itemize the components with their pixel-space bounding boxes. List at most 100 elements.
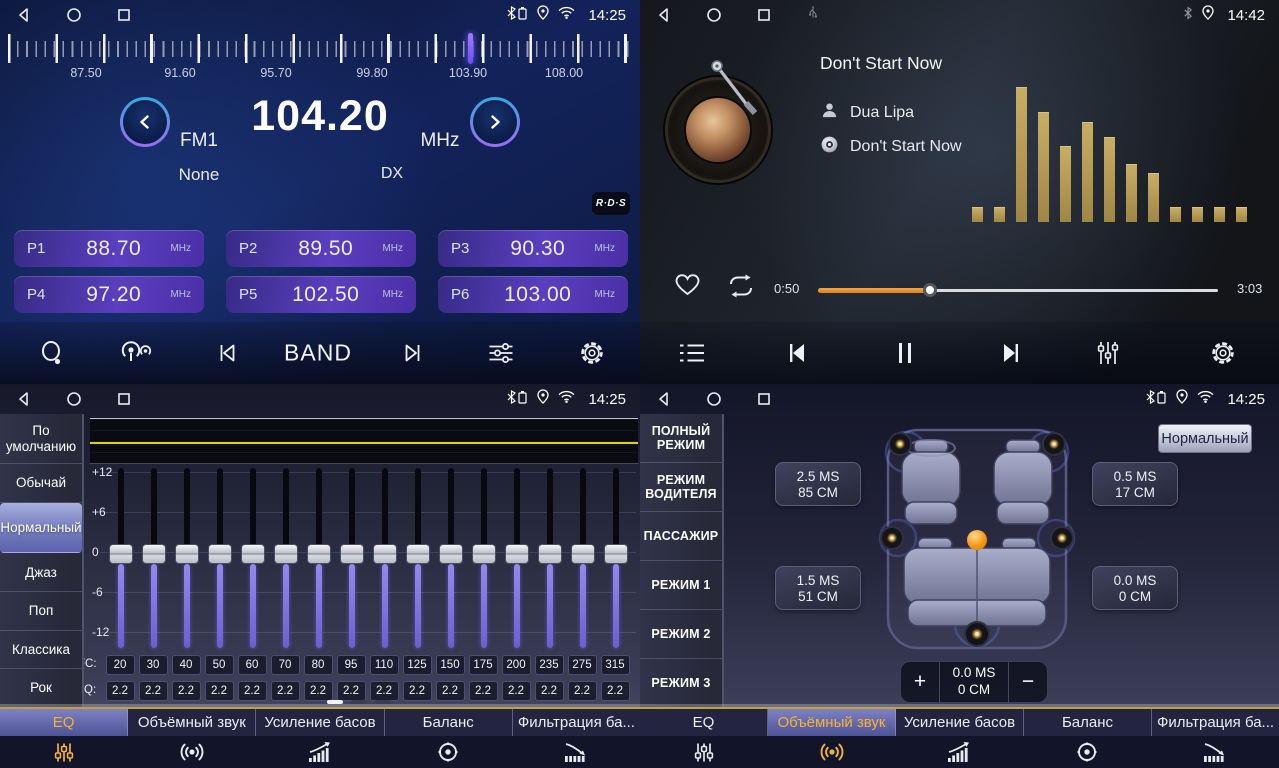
eq-band-slider[interactable] — [141, 468, 167, 652]
slider-thumb[interactable] — [241, 544, 265, 564]
fc-value[interactable]: 70 — [271, 655, 300, 675]
eq-preset-item[interactable]: По умолчанию — [0, 414, 82, 464]
tab-bass-icon[interactable] — [896, 741, 1024, 763]
tab-filter-icon[interactable] — [1151, 741, 1279, 763]
fc-value[interactable]: 315 — [601, 655, 630, 675]
fc-value[interactable]: 80 — [304, 655, 333, 675]
fc-value[interactable]: 200 — [502, 655, 531, 675]
scan-icon[interactable] — [33, 338, 71, 368]
mode-item[interactable]: РЕЖИМ 1 — [640, 561, 722, 610]
settings-gear-icon[interactable] — [573, 339, 611, 367]
tab-eq-icon[interactable] — [0, 741, 128, 764]
tab-balance[interactable]: Баланс — [385, 709, 513, 736]
tab-balance[interactable]: Баланс — [1024, 709, 1152, 736]
radio-preset-button[interactable]: P289.50MHz — [226, 230, 416, 267]
mode-item[interactable]: РЕЖИМ 3 — [640, 659, 722, 707]
tab-filter-icon[interactable] — [512, 741, 640, 763]
q-value[interactable]: 2.2 — [469, 681, 498, 701]
tab-surround-icon[interactable] — [768, 741, 896, 763]
nav-recents-button[interactable] — [754, 5, 774, 25]
tab-surround-icon[interactable] — [128, 741, 256, 763]
q-value[interactable]: 2.2 — [502, 681, 531, 701]
nav-back-button[interactable] — [14, 389, 34, 409]
delay-rear-left[interactable]: 1.5 MS 51 CM — [775, 566, 861, 610]
tune-up-button[interactable] — [470, 97, 520, 147]
slider-thumb[interactable] — [208, 544, 232, 564]
nav-home-button[interactable] — [64, 389, 84, 409]
next-icon[interactable] — [393, 340, 431, 366]
fc-value[interactable]: 40 — [172, 655, 201, 675]
mode-item[interactable]: ПАССАЖИР — [640, 512, 722, 561]
seek-thumb[interactable] — [923, 283, 937, 297]
fc-value[interactable]: 110 — [370, 655, 399, 675]
eq-band-slider[interactable] — [438, 468, 464, 652]
previous-icon[interactable] — [779, 340, 817, 366]
eq-preset-item[interactable]: Джаз — [0, 553, 82, 592]
eq-band-slider[interactable] — [471, 468, 497, 652]
pause-icon[interactable] — [889, 339, 921, 367]
eq-preset-item[interactable]: Поп — [0, 592, 82, 631]
eq-band-slider[interactable] — [537, 468, 563, 652]
eq-band-slider[interactable] — [240, 468, 266, 652]
next-icon[interactable] — [991, 340, 1029, 366]
radio-preset-button[interactable]: P390.30MHz — [438, 230, 628, 267]
eq-band-slider[interactable] — [273, 468, 299, 652]
nav-back-button[interactable] — [654, 5, 674, 25]
tab-filter[interactable]: Фильтрация ба... — [1152, 709, 1279, 736]
page-dot[interactable] — [327, 700, 343, 704]
tab-eq[interactable]: EQ — [0, 709, 128, 736]
settings-gear-icon[interactable] — [1204, 339, 1242, 367]
tab-surround[interactable]: Объёмный звук — [768, 709, 896, 736]
q-value[interactable]: 2.2 — [436, 681, 465, 701]
slider-thumb[interactable] — [175, 544, 199, 564]
q-value[interactable]: 2.2 — [304, 681, 333, 701]
slider-thumb[interactable] — [307, 544, 331, 564]
q-value[interactable]: 2.2 — [370, 681, 399, 701]
tab-balance-icon[interactable] — [1023, 741, 1151, 763]
fc-value[interactable]: 275 — [568, 655, 597, 675]
fc-value[interactable]: 235 — [535, 655, 564, 675]
nav-home-button[interactable] — [704, 5, 724, 25]
band-button[interactable]: BAND — [278, 339, 358, 368]
tab-balance-icon[interactable] — [384, 741, 512, 763]
seek-bar[interactable] — [818, 284, 1218, 296]
tab-eq[interactable]: EQ — [640, 709, 768, 736]
slider-thumb[interactable] — [538, 544, 562, 564]
nav-home-button[interactable] — [704, 389, 724, 409]
q-value[interactable]: 2.2 — [601, 681, 630, 701]
fc-value[interactable]: 125 — [403, 655, 432, 675]
eq-preset-item[interactable]: Классика — [0, 631, 82, 670]
nav-recents-button[interactable] — [754, 389, 774, 409]
slider-thumb[interactable] — [373, 544, 397, 564]
delay-rear-right[interactable]: 0.0 MS 0 CM — [1092, 566, 1178, 610]
q-value[interactable]: 2.2 — [106, 681, 135, 701]
broadcast-icon[interactable] — [113, 339, 159, 367]
tune-sliders-icon[interactable] — [482, 340, 521, 366]
mode-item[interactable]: РЕЖИМ 2 — [640, 610, 722, 659]
eq-preset-item[interactable]: Обычай — [0, 464, 82, 503]
slider-thumb[interactable] — [505, 544, 529, 564]
tune-down-button[interactable] — [120, 97, 170, 147]
playlist-icon[interactable] — [673, 341, 712, 365]
nav-recents-button[interactable] — [114, 5, 134, 25]
radio-preset-button[interactable]: P6103.00MHz — [438, 276, 628, 313]
tuner-dial[interactable]: 87.5091.6095.7099.80103.90108.00 — [8, 33, 632, 83]
q-value[interactable]: 2.2 — [238, 681, 267, 701]
tab-eq-icon[interactable] — [640, 741, 768, 764]
fc-value[interactable]: 175 — [469, 655, 498, 675]
q-value[interactable]: 2.2 — [271, 681, 300, 701]
delay-front-right[interactable]: 0.5 MS 17 CM — [1092, 462, 1178, 506]
q-value[interactable]: 2.2 — [139, 681, 168, 701]
q-value[interactable]: 2.2 — [568, 681, 597, 701]
tab-surround[interactable]: Объёмный звук — [128, 709, 256, 736]
page-dot[interactable] — [351, 700, 367, 704]
mixer-sliders-icon[interactable] — [1090, 339, 1126, 367]
mode-item[interactable]: ПОЛНЫЙ РЕЖИМ — [640, 414, 722, 463]
fc-value[interactable]: 30 — [139, 655, 168, 675]
q-value[interactable]: 2.2 — [403, 681, 432, 701]
favorite-heart-icon[interactable] — [674, 273, 701, 297]
tab-bass-icon[interactable] — [256, 741, 384, 763]
slider-thumb[interactable] — [340, 544, 364, 564]
eq-band-slider[interactable] — [570, 468, 596, 652]
fc-value[interactable]: 150 — [436, 655, 465, 675]
